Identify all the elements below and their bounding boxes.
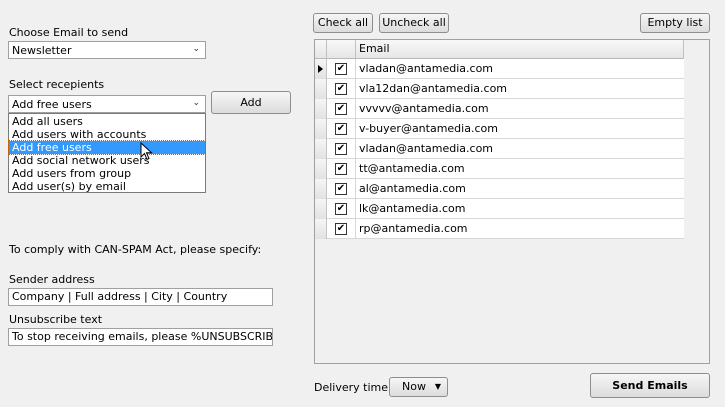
row-indicator	[315, 199, 327, 219]
row-email-cell: tt@antamedia.com	[359, 162, 465, 175]
row-checkbox[interactable]: ✔	[335, 83, 347, 95]
row-checkbox[interactable]: ✔	[335, 63, 347, 75]
row-email-cell: v-buyer@antamedia.com	[359, 122, 498, 135]
recipients-select-label: Select recepients	[9, 78, 105, 91]
row-check-cell: ✔	[327, 179, 356, 199]
empty-list-button[interactable]: Empty list	[640, 13, 710, 33]
grid-header: Email	[315, 40, 684, 59]
row-checkbox[interactable]: ✔	[335, 203, 347, 215]
email-select-label: Choose Email to send	[9, 26, 129, 39]
table-row[interactable]: ✔ rp@antamedia.com	[315, 219, 684, 239]
sender-address-field[interactable]: Company | Full address | City | Country	[8, 288, 273, 306]
sender-address-label: Sender address	[9, 273, 95, 286]
delivery-time-value: Now	[402, 380, 426, 393]
send-emails-button[interactable]: Send Emails	[590, 373, 710, 398]
row-check-cell: ✔	[327, 139, 356, 159]
add-button[interactable]: Add	[211, 91, 291, 114]
checkmark-icon: ✔	[336, 163, 346, 174]
row-email-cell: vladan@antamedia.com	[359, 142, 494, 155]
checkmark-icon: ✔	[336, 203, 346, 214]
row-checkbox[interactable]: ✔	[335, 163, 347, 175]
check-all-button[interactable]: Check all	[313, 13, 373, 33]
email-select[interactable]: Newsletter ⌄	[8, 41, 206, 59]
table-row[interactable]: ✔ lk@antamedia.com	[315, 199, 684, 219]
row-indicator	[315, 99, 327, 119]
chevron-down-icon: ⌄	[192, 98, 200, 108]
row-email-cell: lk@antamedia.com	[359, 202, 466, 215]
table-row[interactable]: ✔ v-buyer@antamedia.com	[315, 119, 684, 139]
row-check-cell: ✔	[327, 159, 356, 179]
recipients-dropdown-list: Add all users Add users with accounts Add …	[8, 113, 206, 193]
row-email-cell: al@antamedia.com	[359, 182, 466, 195]
column-email-header[interactable]: Email	[356, 40, 684, 59]
row-check-cell: ✔	[327, 99, 356, 119]
checkmark-icon: ✔	[336, 63, 346, 74]
row-checkbox[interactable]: ✔	[335, 143, 347, 155]
recipients-select-value: Add free users	[12, 98, 92, 111]
row-check-cell: ✔	[327, 219, 356, 239]
uncheck-all-button[interactable]: Uncheck all	[379, 13, 449, 33]
row-indicator	[315, 139, 327, 159]
row-pointer-icon	[318, 65, 323, 73]
table-row[interactable]: ✔ vladan@antamedia.com	[315, 59, 684, 79]
header-indicator-cell	[315, 40, 327, 59]
caret-down-icon: ▼	[434, 382, 441, 391]
table-row[interactable]: ✔ tt@antamedia.com	[315, 159, 684, 179]
row-email-cell: vladan@antamedia.com	[359, 62, 494, 75]
row-indicator	[315, 59, 327, 79]
email-grid[interactable]: Email ✔ vladan@antamedia.com ✔ vla12dan@ant…	[314, 39, 710, 364]
chevron-down-icon: ⌄	[192, 44, 200, 54]
dropdown-option[interactable]: Add users from group	[9, 167, 205, 180]
row-indicator	[315, 119, 327, 139]
row-checkbox[interactable]: ✔	[335, 103, 347, 115]
row-indicator	[315, 79, 327, 99]
table-row[interactable]: ✔ vvvvv@antamedia.com	[315, 99, 684, 119]
row-indicator	[315, 179, 327, 199]
compliance-note: To comply with CAN-SPAM Act, please spec…	[9, 243, 262, 256]
row-email-cell: vvvvv@antamedia.com	[359, 102, 489, 115]
checkmark-icon: ✔	[336, 143, 346, 154]
delivery-time-label: Delivery time	[314, 381, 389, 394]
table-row[interactable]: ✔ vladan@antamedia.com	[315, 139, 684, 159]
recipients-select[interactable]: Add free users ⌄	[8, 95, 206, 113]
checkmark-icon: ✔	[336, 183, 346, 194]
unsubscribe-text-label: Unsubscribe text	[9, 313, 103, 326]
row-check-cell: ✔	[327, 79, 356, 99]
table-row[interactable]: ✔ vla12dan@antamedia.com	[315, 79, 684, 99]
email-select-value: Newsletter	[12, 44, 72, 57]
header-check-cell	[327, 40, 356, 59]
row-check-cell: ✔	[327, 199, 356, 219]
unsubscribe-text-field[interactable]: To stop receiving emails, please %UNSUBS…	[8, 328, 273, 346]
dropdown-option[interactable]: Add social network users	[9, 154, 205, 167]
row-check-cell: ✔	[327, 59, 356, 79]
row-checkbox[interactable]: ✔	[335, 223, 347, 235]
row-checkbox[interactable]: ✔	[335, 183, 347, 195]
dropdown-option[interactable]: Add users with accounts	[9, 128, 205, 141]
checkmark-icon: ✔	[336, 83, 346, 94]
checkmark-icon: ✔	[336, 123, 346, 134]
row-checkbox[interactable]: ✔	[335, 123, 347, 135]
dropdown-option[interactable]: Add user(s) by email	[9, 180, 205, 193]
row-check-cell: ✔	[327, 119, 356, 139]
row-indicator	[315, 159, 327, 179]
dropdown-option[interactable]: Add free users	[8, 140, 206, 155]
checkmark-icon: ✔	[336, 103, 346, 114]
delivery-time-select[interactable]: Now ▼	[389, 377, 448, 397]
mouse-pointer-icon	[140, 142, 153, 161]
row-email-cell: vla12dan@antamedia.com	[359, 82, 508, 95]
table-row[interactable]: ✔ al@antamedia.com	[315, 179, 684, 199]
checkmark-icon: ✔	[336, 223, 346, 234]
row-email-cell: rp@antamedia.com	[359, 222, 468, 235]
dropdown-option[interactable]: Add all users	[9, 115, 205, 128]
row-indicator	[315, 219, 327, 239]
